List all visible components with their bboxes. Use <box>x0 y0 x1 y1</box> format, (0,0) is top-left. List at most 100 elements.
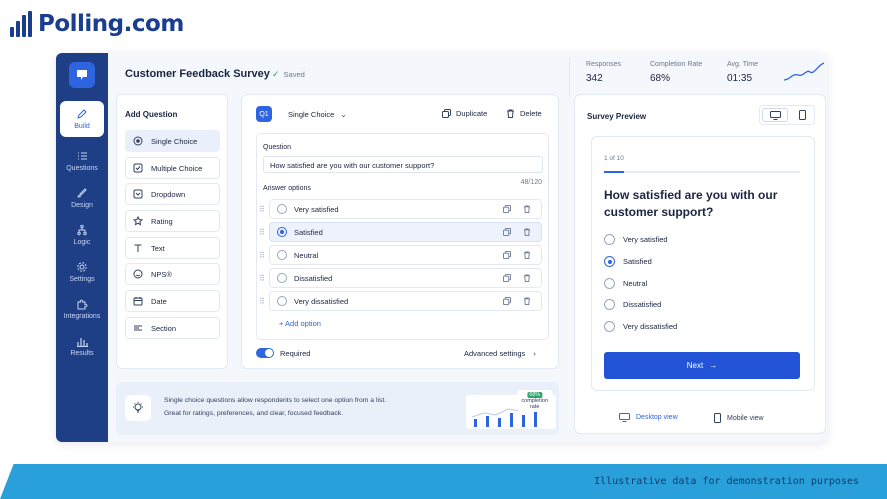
answer-option-text: Neutral <box>294 250 319 260</box>
brand-name: Polling.com <box>38 11 184 37</box>
text-icon <box>133 243 143 253</box>
sidebar-item-label: Build <box>74 123 90 130</box>
question-type-section[interactable]: Section <box>125 317 220 339</box>
question-type-text[interactable]: Text <box>125 237 220 259</box>
drag-handle-icon[interactable]: ⠿ <box>259 251 265 260</box>
sidebar-item-settings[interactable]: Settings <box>56 254 108 290</box>
preview-screen: 1 of 10 How satisfied are you with our c… <box>591 136 815 391</box>
panel-title: Add Question <box>125 110 178 119</box>
preview-option[interactable]: Dissatisfied <box>604 299 661 310</box>
sidebar-item-design[interactable]: Design <box>56 180 108 216</box>
pencil-icon <box>77 109 87 119</box>
radio-icon <box>604 278 615 289</box>
desktop-view-toggle[interactable] <box>762 108 788 122</box>
answer-option-text: Very satisfied <box>294 204 339 214</box>
stat-completion-rate: Completion Rate 68% <box>650 61 702 84</box>
question-type-multiple-choice[interactable]: Multiple Choice <box>125 157 220 179</box>
copy-icon[interactable] <box>503 297 511 305</box>
brush-icon <box>77 188 87 198</box>
drag-handle-icon[interactable]: ⠿ <box>259 274 265 283</box>
sidebar-item-build[interactable]: Build <box>60 101 104 137</box>
preview-option[interactable]: Very dissatisfied <box>604 321 677 332</box>
question-type-dropdown[interactable]: Dropdown <box>125 183 220 205</box>
copy-icon[interactable] <box>503 274 511 282</box>
trash-icon[interactable] <box>523 274 531 282</box>
mobile-view-toggle[interactable] <box>792 108 812 122</box>
tip-banner: Single choice questions allow respondent… <box>116 382 559 435</box>
next-label: Next <box>686 361 704 370</box>
answer-option-text: Satisfied <box>294 227 323 237</box>
preview-option[interactable]: Very satisfied <box>604 234 668 245</box>
stat-avg-time: Avg. Time 01:35 <box>727 61 758 84</box>
mobile-view-label: Mobile view <box>727 414 764 422</box>
next-button[interactable]: Next → <box>604 352 800 379</box>
question-type-nps[interactable]: NPS® <box>125 263 220 285</box>
completion-rate-callout: 68% completion rate <box>517 390 552 412</box>
drag-handle-icon[interactable]: ⠿ <box>259 297 265 306</box>
trash-icon <box>507 109 514 118</box>
save-status-label: Saved <box>283 70 305 79</box>
brand-logo[interactable]: Polling.com <box>10 11 184 37</box>
advanced-settings-link[interactable]: Advanced settings › <box>464 349 536 358</box>
question-type-label: Section <box>151 323 177 333</box>
sidebar-item-integrations[interactable]: Integrations <box>56 291 108 327</box>
desktop-view-link[interactable]: Desktop view <box>619 413 678 422</box>
stat-responses: Responses 342 <box>586 61 621 84</box>
bar-chart-icon <box>77 338 88 347</box>
question-text-input[interactable]: How satisfied are you with our customer … <box>263 156 543 173</box>
trash-icon[interactable] <box>523 297 531 305</box>
trash-icon[interactable] <box>523 205 531 213</box>
sidebar-item-label: Results <box>70 350 94 357</box>
question-type-label: NPS® <box>151 269 172 279</box>
tip-subtext: Great for ratings, preferences, and clea… <box>164 410 344 417</box>
monitor-icon <box>769 110 781 120</box>
sidebar-item-logic[interactable]: Logic <box>56 217 108 253</box>
footer-corner-decoration <box>0 463 14 499</box>
question-type-select[interactable]: Single Choice ⌄ <box>288 110 347 119</box>
trash-icon[interactable] <box>523 228 531 236</box>
mobile-view-link[interactable]: Mobile view <box>714 413 764 423</box>
radio-icon <box>277 250 287 260</box>
trash-icon[interactable] <box>523 251 531 259</box>
required-toggle[interactable] <box>256 348 274 358</box>
copy-icon[interactable] <box>503 205 511 213</box>
question-type-date[interactable]: Date <box>125 290 220 312</box>
sidebar-item-label: Logic <box>73 239 91 246</box>
app-logo-icon[interactable] <box>69 62 95 88</box>
question-type-label: Multiple Choice <box>151 163 203 173</box>
preview-option-text: Very satisfied <box>623 235 668 244</box>
divider <box>569 57 570 97</box>
mini-bar <box>486 416 489 427</box>
radio-icon <box>277 273 287 283</box>
sidebar: Build Questions Design Logic Settings In… <box>56 53 108 442</box>
question-type-single-choice[interactable]: Single Choice <box>125 130 220 152</box>
drag-handle-icon[interactable]: ⠿ <box>259 205 265 214</box>
radio-icon <box>133 136 143 146</box>
duplicate-button[interactable]: Duplicate <box>442 109 487 118</box>
completion-rate-label: completion rate <box>521 398 548 410</box>
char-count: 48/120 <box>520 179 542 186</box>
answer-option[interactable]: ⠿ Very satisfied <box>259 199 542 219</box>
question-number-badge: Q1 <box>256 106 272 122</box>
delete-button[interactable]: Delete <box>506 109 542 118</box>
answer-option[interactable]: ⠿ Neutral <box>259 245 542 265</box>
add-option-button[interactable]: + Add option <box>279 319 321 328</box>
chevron-right-icon: › <box>533 349 536 358</box>
sidebar-item-questions[interactable]: Questions <box>56 143 108 179</box>
answer-option[interactable]: ⠿ Dissatisfied <box>259 268 542 288</box>
drag-handle-icon[interactable]: ⠿ <box>259 228 265 237</box>
preview-option-selected[interactable]: Satisfied <box>604 256 652 267</box>
section-icon <box>133 323 143 333</box>
answer-option-selected[interactable]: ⠿ Satisfied <box>259 222 542 242</box>
survey-title[interactable]: Customer Feedback Survey <box>125 68 270 80</box>
preview-option[interactable]: Neutral <box>604 278 647 289</box>
sidebar-item-results[interactable]: Results <box>56 328 108 364</box>
answer-options-label: Answer options <box>263 185 311 192</box>
question-type-label: Dropdown <box>151 189 186 199</box>
sidebar-item-label: Questions <box>66 165 98 172</box>
question-type-rating[interactable]: Rating <box>125 210 220 232</box>
copy-icon[interactable] <box>503 228 511 236</box>
answer-option[interactable]: ⠿ Very dissatisfied <box>259 291 542 311</box>
copy-icon[interactable] <box>503 251 511 259</box>
footer-text: Illustrative data for demonstration purp… <box>594 476 859 487</box>
